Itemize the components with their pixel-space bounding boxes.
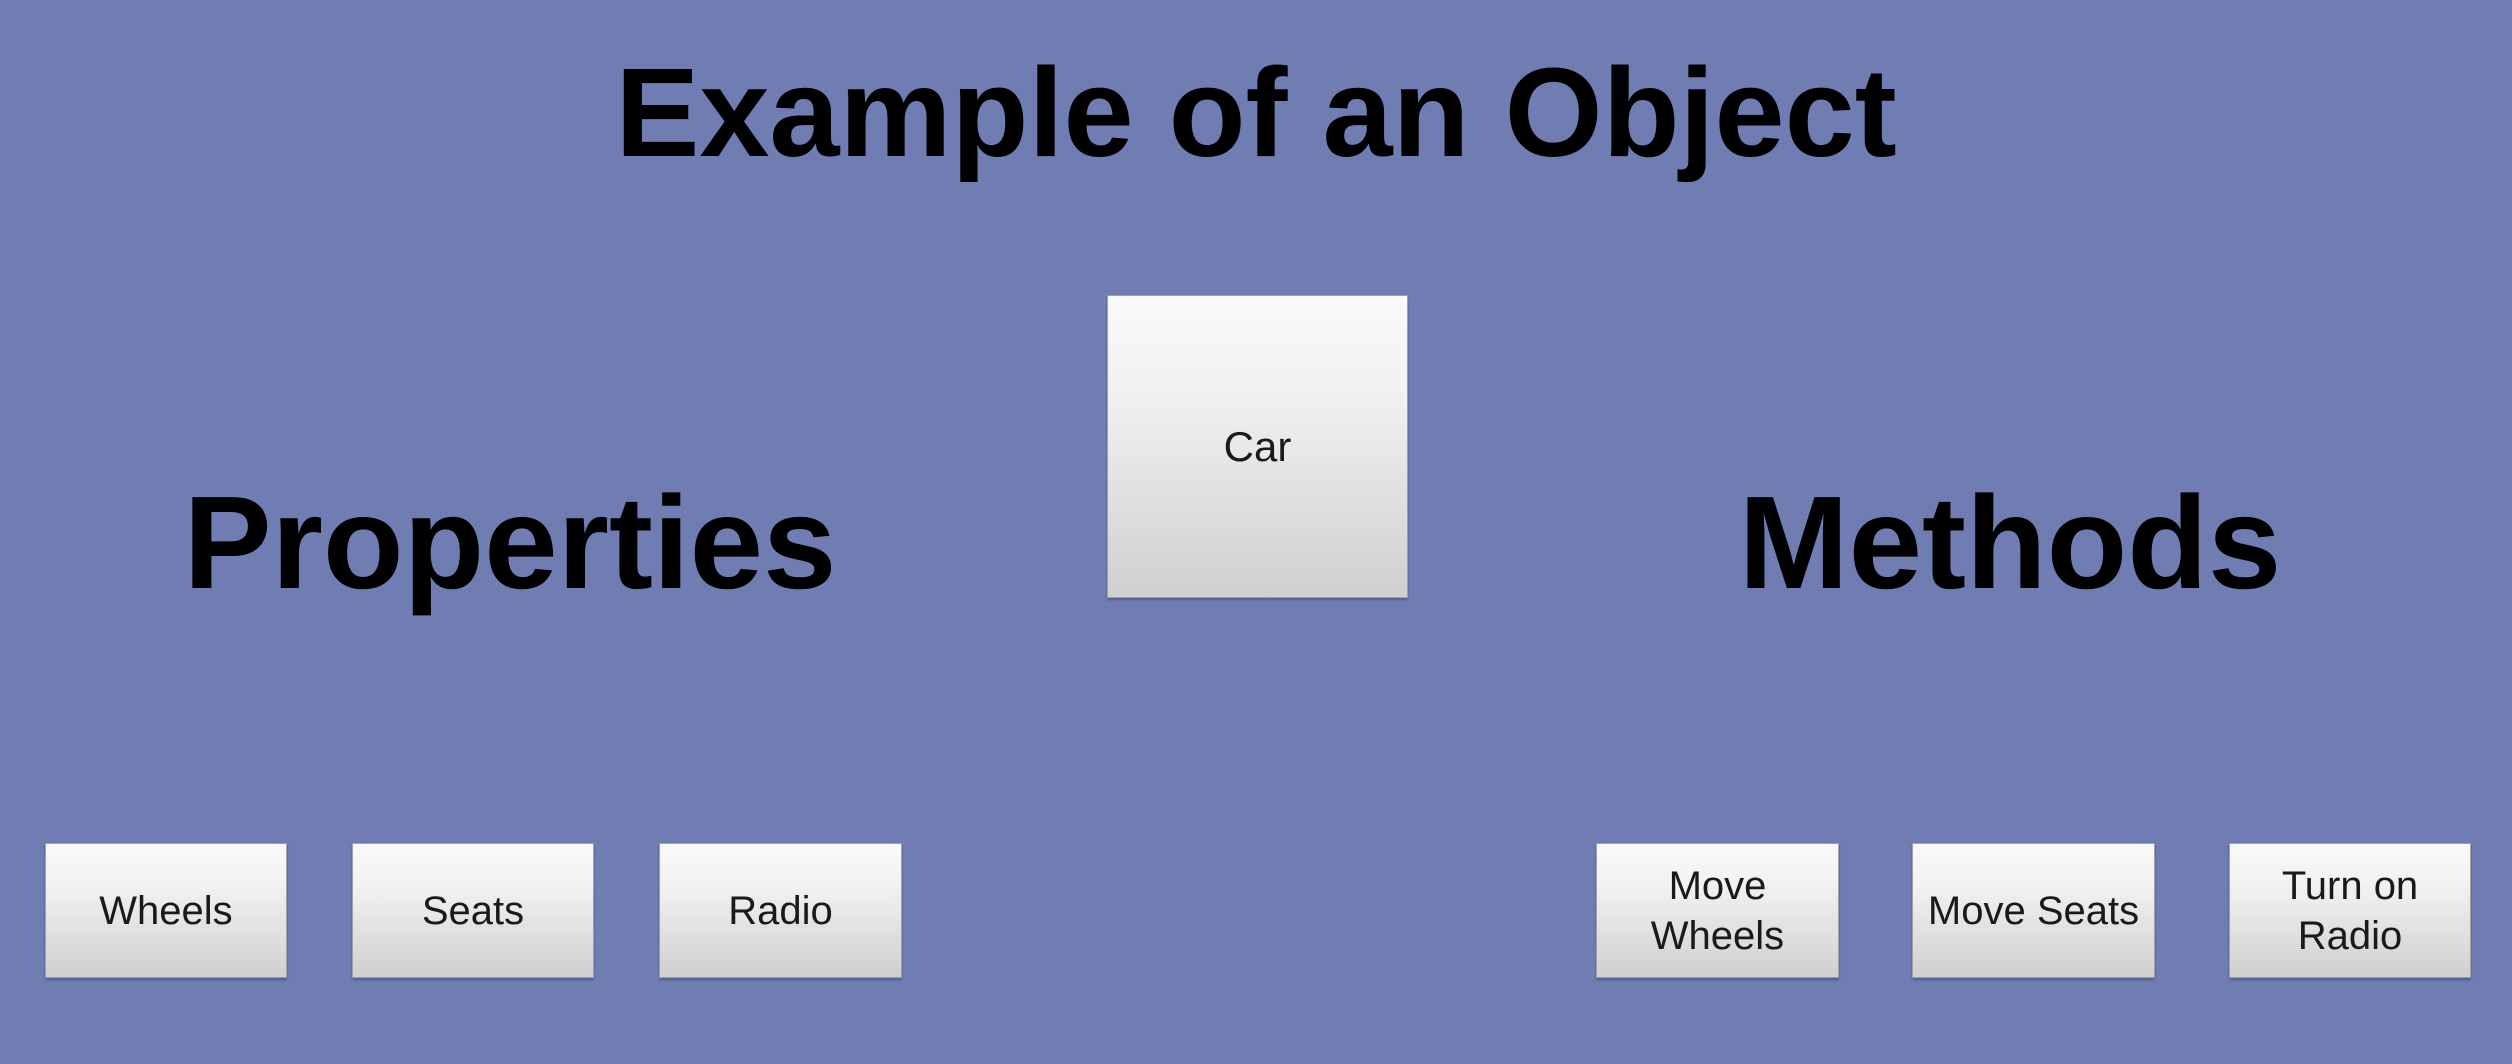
property-label: Seats — [421, 888, 525, 933]
properties-heading: Properties — [183, 469, 837, 616]
property-box-wheels: Wheels — [45, 843, 287, 978]
property-box-seats: Seats — [352, 843, 594, 978]
method-label: Move Seats — [1927, 888, 2140, 933]
property-box-radio: Radio — [659, 843, 902, 978]
method-box-move-seats: Move Seats — [1912, 843, 2155, 978]
methods-heading: Methods — [1738, 469, 2282, 616]
method-box-turn-on-radio: Turn on Radio — [2229, 843, 2471, 978]
method-label: Turn on Radio — [2281, 863, 2419, 958]
method-label: Move Wheels — [1650, 863, 1785, 958]
slide-title: Example of an Object — [615, 42, 1897, 183]
method-box-move-wheels: Move Wheels — [1596, 843, 1839, 978]
object-car-box: Car — [1107, 295, 1408, 598]
object-car-label: Car — [1223, 422, 1292, 470]
property-label: Radio — [728, 888, 833, 933]
property-label: Wheels — [99, 888, 233, 933]
